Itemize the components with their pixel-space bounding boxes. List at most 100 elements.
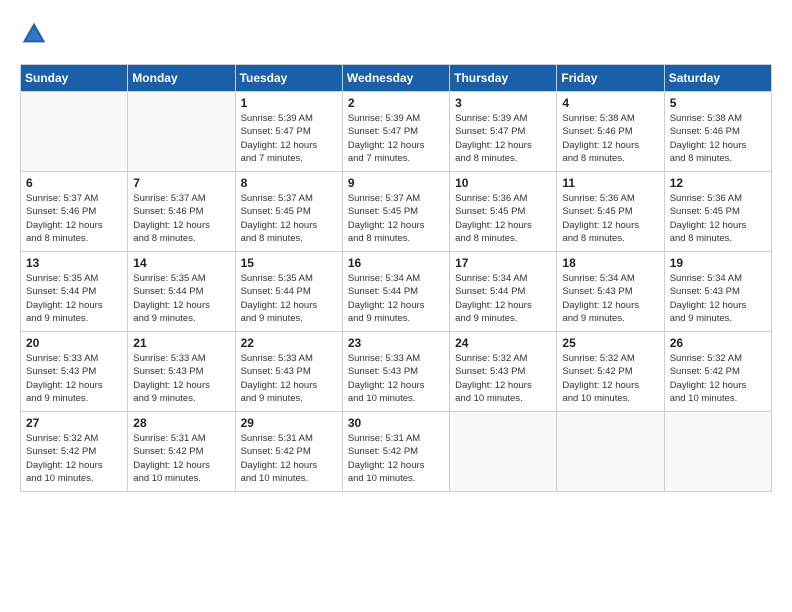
- logo: [20, 20, 52, 48]
- day-number: 17: [455, 256, 551, 270]
- day-number: 13: [26, 256, 122, 270]
- day-number: 10: [455, 176, 551, 190]
- day-detail: Sunrise: 5:33 AM Sunset: 5:43 PM Dayligh…: [348, 352, 444, 405]
- calendar-cell: 23Sunrise: 5:33 AM Sunset: 5:43 PM Dayli…: [342, 332, 449, 412]
- day-detail: Sunrise: 5:37 AM Sunset: 5:46 PM Dayligh…: [26, 192, 122, 245]
- day-detail: Sunrise: 5:33 AM Sunset: 5:43 PM Dayligh…: [241, 352, 337, 405]
- calendar-cell: 19 Sunrise: 5:34 AM Sunset: 5:43 PM Dayli…: [664, 252, 771, 332]
- day-number: 21: [133, 336, 229, 350]
- calendar-week-row: 27 Sunrise: 5:32 AM Sunset: 5:42 PM Dayli…: [21, 412, 772, 492]
- calendar-cell: 7Sunrise: 5:37 AM Sunset: 5:46 PM Daylig…: [128, 172, 235, 252]
- day-number: 1: [241, 96, 337, 110]
- calendar-cell: 26 Sunrise: 5:32 AM Sunset: 5:42 PM Dayli…: [664, 332, 771, 412]
- day-number: 12: [670, 176, 766, 190]
- calendar-cell: 21 Sunrise: 5:33 AM Sunset: 5:43 PM Dayli…: [128, 332, 235, 412]
- day-detail: Sunrise: 5:31 AM Sunset: 5:42 PM Dayligh…: [133, 432, 229, 485]
- day-number: 8: [241, 176, 337, 190]
- day-number: 4: [562, 96, 658, 110]
- day-detail: Sunrise: 5:36 AM Sunset: 5:45 PM Dayligh…: [562, 192, 658, 245]
- calendar-cell: 1Sunrise: 5:39 AM Sunset: 5:47 PM Daylig…: [235, 92, 342, 172]
- calendar-cell: 24 Sunrise: 5:32 AM Sunset: 5:43 PM Dayli…: [450, 332, 557, 412]
- day-number: 6: [26, 176, 122, 190]
- weekday-header: Wednesday: [342, 65, 449, 92]
- day-detail: Sunrise: 5:31 AM Sunset: 5:42 PM Dayligh…: [348, 432, 444, 485]
- day-number: 26: [670, 336, 766, 350]
- calendar-cell: 13 Sunrise: 5:35 AM Sunset: 5:44 PM Dayli…: [21, 252, 128, 332]
- calendar-week-row: 13 Sunrise: 5:35 AM Sunset: 5:44 PM Dayli…: [21, 252, 772, 332]
- calendar-cell: 5 Sunrise: 5:38 AM Sunset: 5:46 PM Daylig…: [664, 92, 771, 172]
- logo-icon: [20, 20, 48, 48]
- calendar-cell: 8 Sunrise: 5:37 AM Sunset: 5:45 PM Daylig…: [235, 172, 342, 252]
- day-detail: Sunrise: 5:32 AM Sunset: 5:43 PM Dayligh…: [455, 352, 551, 405]
- day-detail: Sunrise: 5:36 AM Sunset: 5:45 PM Dayligh…: [670, 192, 766, 245]
- day-detail: Sunrise: 5:34 AM Sunset: 5:43 PM Dayligh…: [670, 272, 766, 325]
- day-detail: Sunrise: 5:37 AM Sunset: 5:45 PM Dayligh…: [241, 192, 337, 245]
- day-detail: Sunrise: 5:34 AM Sunset: 5:44 PM Dayligh…: [455, 272, 551, 325]
- day-number: 11: [562, 176, 658, 190]
- day-number: 16: [348, 256, 444, 270]
- calendar-cell: 4 Sunrise: 5:38 AM Sunset: 5:46 PM Daylig…: [557, 92, 664, 172]
- calendar-week-row: 1 Sunrise: 5:39 AM Sunset: 5:47 PM Daylig…: [21, 92, 772, 172]
- day-detail: Sunrise: 5:35 AM Sunset: 5:44 PM Dayligh…: [241, 272, 337, 325]
- calendar-cell: [664, 412, 771, 492]
- day-detail: Sunrise: 5:34 AM Sunset: 5:43 PM Dayligh…: [562, 272, 658, 325]
- day-detail: Sunrise: 5:36 AM Sunset: 5:45 PM Dayligh…: [455, 192, 551, 245]
- calendar-cell: 9 Sunrise: 5:37 AM Sunset: 5:45 PM Daylig…: [342, 172, 449, 252]
- calendar-cell: 10 Sunrise: 5:36 AM Sunset: 5:45 PM Dayli…: [450, 172, 557, 252]
- calendar-cell: 6 Sunrise: 5:37 AM Sunset: 5:46 PM Daylig…: [21, 172, 128, 252]
- day-detail: Sunrise: 5:35 AM Sunset: 5:44 PM Dayligh…: [133, 272, 229, 325]
- calendar-cell: 3 Sunrise: 5:39 AM Sunset: 5:47 PM Daylig…: [450, 92, 557, 172]
- calendar-week-row: 6 Sunrise: 5:37 AM Sunset: 5:46 PM Daylig…: [21, 172, 772, 252]
- day-number: 3: [455, 96, 551, 110]
- calendar-week-row: 20 Sunrise: 5:33 AM Sunset: 5:43 PM Dayli…: [21, 332, 772, 412]
- day-detail: Sunrise: 5:32 AM Sunset: 5:42 PM Dayligh…: [670, 352, 766, 405]
- day-number: 30: [348, 416, 444, 430]
- calendar-cell: 29 Sunrise: 5:31 AM Sunset: 5:42 PM Dayli…: [235, 412, 342, 492]
- weekday-header: Monday: [128, 65, 235, 92]
- calendar-cell: 22 Sunrise: 5:33 AM Sunset: 5:43 PM Dayli…: [235, 332, 342, 412]
- calendar-cell: [450, 412, 557, 492]
- calendar-cell: 30 Sunrise: 5:31 AM Sunset: 5:42 PM Dayli…: [342, 412, 449, 492]
- day-number: 22: [241, 336, 337, 350]
- calendar-cell: 17 Sunrise: 5:34 AM Sunset: 5:44 PM Dayli…: [450, 252, 557, 332]
- weekday-header: Sunday: [21, 65, 128, 92]
- day-detail: Sunrise: 5:35 AM Sunset: 5:44 PM Dayligh…: [26, 272, 122, 325]
- day-number: 7: [133, 176, 229, 190]
- page-header: [20, 20, 772, 48]
- calendar-cell: 15 Sunrise: 5:35 AM Sunset: 5:44 PM Dayli…: [235, 252, 342, 332]
- calendar-cell: [128, 92, 235, 172]
- day-detail: Sunrise: 5:37 AM Sunset: 5:45 PM Dayligh…: [348, 192, 444, 245]
- day-number: 5: [670, 96, 766, 110]
- calendar-cell: [557, 412, 664, 492]
- day-detail: Sunrise: 5:32 AM Sunset: 5:42 PM Dayligh…: [562, 352, 658, 405]
- day-number: 29: [241, 416, 337, 430]
- calendar-cell: 16 Sunrise: 5:34 AM Sunset: 5:44 PM Dayli…: [342, 252, 449, 332]
- day-number: 19: [670, 256, 766, 270]
- day-detail: Sunrise: 5:33 AM Sunset: 5:43 PM Dayligh…: [133, 352, 229, 405]
- calendar-cell: 20Sunrise: 5:33 AM Sunset: 5:43 PM Dayli…: [21, 332, 128, 412]
- day-number: 27: [26, 416, 122, 430]
- day-number: 28: [133, 416, 229, 430]
- day-number: 9: [348, 176, 444, 190]
- day-detail: Sunrise: 5:31 AM Sunset: 5:42 PM Dayligh…: [241, 432, 337, 485]
- day-detail: Sunrise: 5:38 AM Sunset: 5:46 PM Dayligh…: [670, 112, 766, 165]
- day-detail: Sunrise: 5:39 AM Sunset: 5:47 PM Dayligh…: [455, 112, 551, 165]
- day-detail: Sunrise: 5:38 AM Sunset: 5:46 PM Dayligh…: [562, 112, 658, 165]
- calendar-cell: 12 Sunrise: 5:36 AM Sunset: 5:45 PM Dayli…: [664, 172, 771, 252]
- calendar-cell: [21, 92, 128, 172]
- calendar-cell: 2 Sunrise: 5:39 AM Sunset: 5:47 PM Daylig…: [342, 92, 449, 172]
- day-detail: Sunrise: 5:39 AM Sunset: 5:47 PM Dayligh…: [348, 112, 444, 165]
- calendar-cell: 18Sunrise: 5:34 AM Sunset: 5:43 PM Dayli…: [557, 252, 664, 332]
- calendar-cell: 25Sunrise: 5:32 AM Sunset: 5:42 PM Dayli…: [557, 332, 664, 412]
- day-number: 20: [26, 336, 122, 350]
- weekday-header: Saturday: [664, 65, 771, 92]
- day-detail: Sunrise: 5:32 AM Sunset: 5:42 PM Dayligh…: [26, 432, 122, 485]
- day-number: 15: [241, 256, 337, 270]
- day-detail: Sunrise: 5:34 AM Sunset: 5:44 PM Dayligh…: [348, 272, 444, 325]
- day-number: 2: [348, 96, 444, 110]
- calendar-cell: 11 Sunrise: 5:36 AM Sunset: 5:45 PM Dayli…: [557, 172, 664, 252]
- calendar-table: SundayMondayTuesdayWednesdayThursdayFrid…: [20, 64, 772, 492]
- calendar-cell: 27 Sunrise: 5:32 AM Sunset: 5:42 PM Dayli…: [21, 412, 128, 492]
- calendar-cell: 14Sunrise: 5:35 AM Sunset: 5:44 PM Dayli…: [128, 252, 235, 332]
- day-number: 24: [455, 336, 551, 350]
